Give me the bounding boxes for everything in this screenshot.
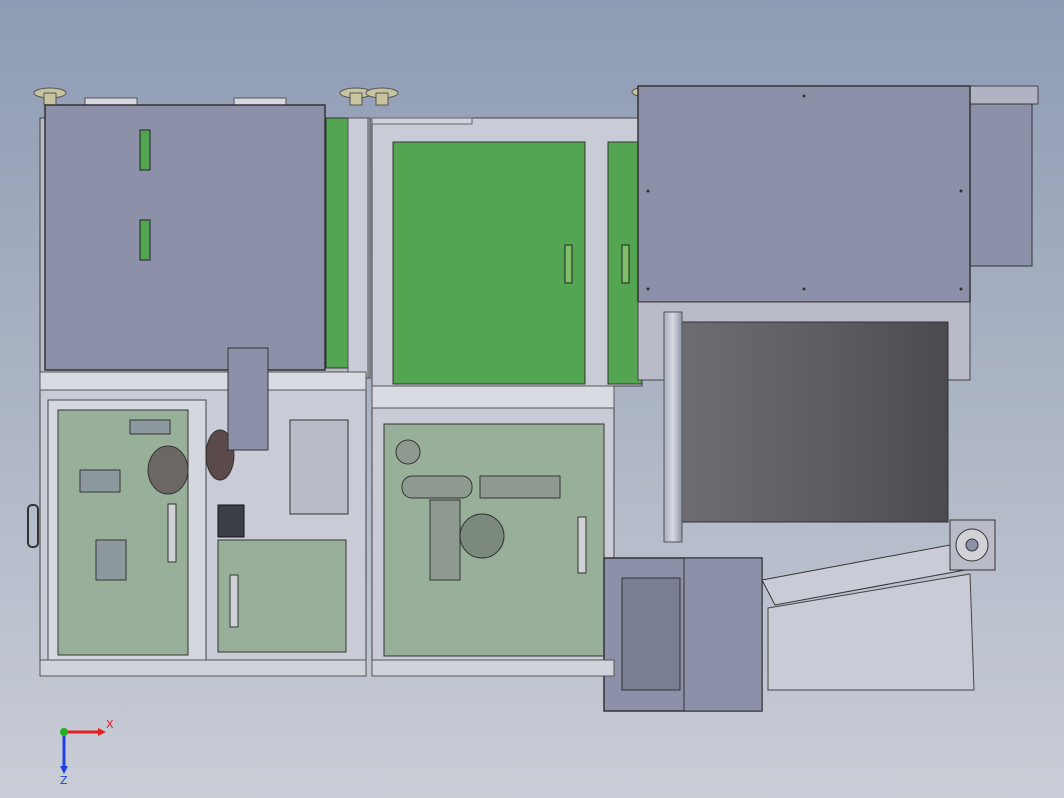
z-axis-label: Z — [60, 774, 68, 787]
left-top-panel[interactable] — [44, 104, 326, 371]
control-box[interactable] — [603, 557, 763, 712]
middle-green-door-right[interactable] — [607, 141, 643, 385]
z-axis-head — [60, 766, 68, 774]
base-rail — [39, 659, 615, 677]
inclined-conveyor — [761, 519, 996, 691]
x-axis-label: X — [106, 718, 114, 731]
dark-cover — [663, 311, 949, 543]
cad-viewport[interactable]: X Z — [0, 0, 1064, 798]
x-axis-head — [98, 728, 106, 736]
coordinate-triad: X Z — [60, 718, 114, 787]
assembly-model[interactable] — [0, 0, 1064, 798]
y-axis-dot — [60, 728, 68, 736]
glass-door-middle-left[interactable] — [217, 539, 347, 653]
middle-green-door-left[interactable] — [392, 141, 586, 385]
hinges — [84, 97, 287, 106]
